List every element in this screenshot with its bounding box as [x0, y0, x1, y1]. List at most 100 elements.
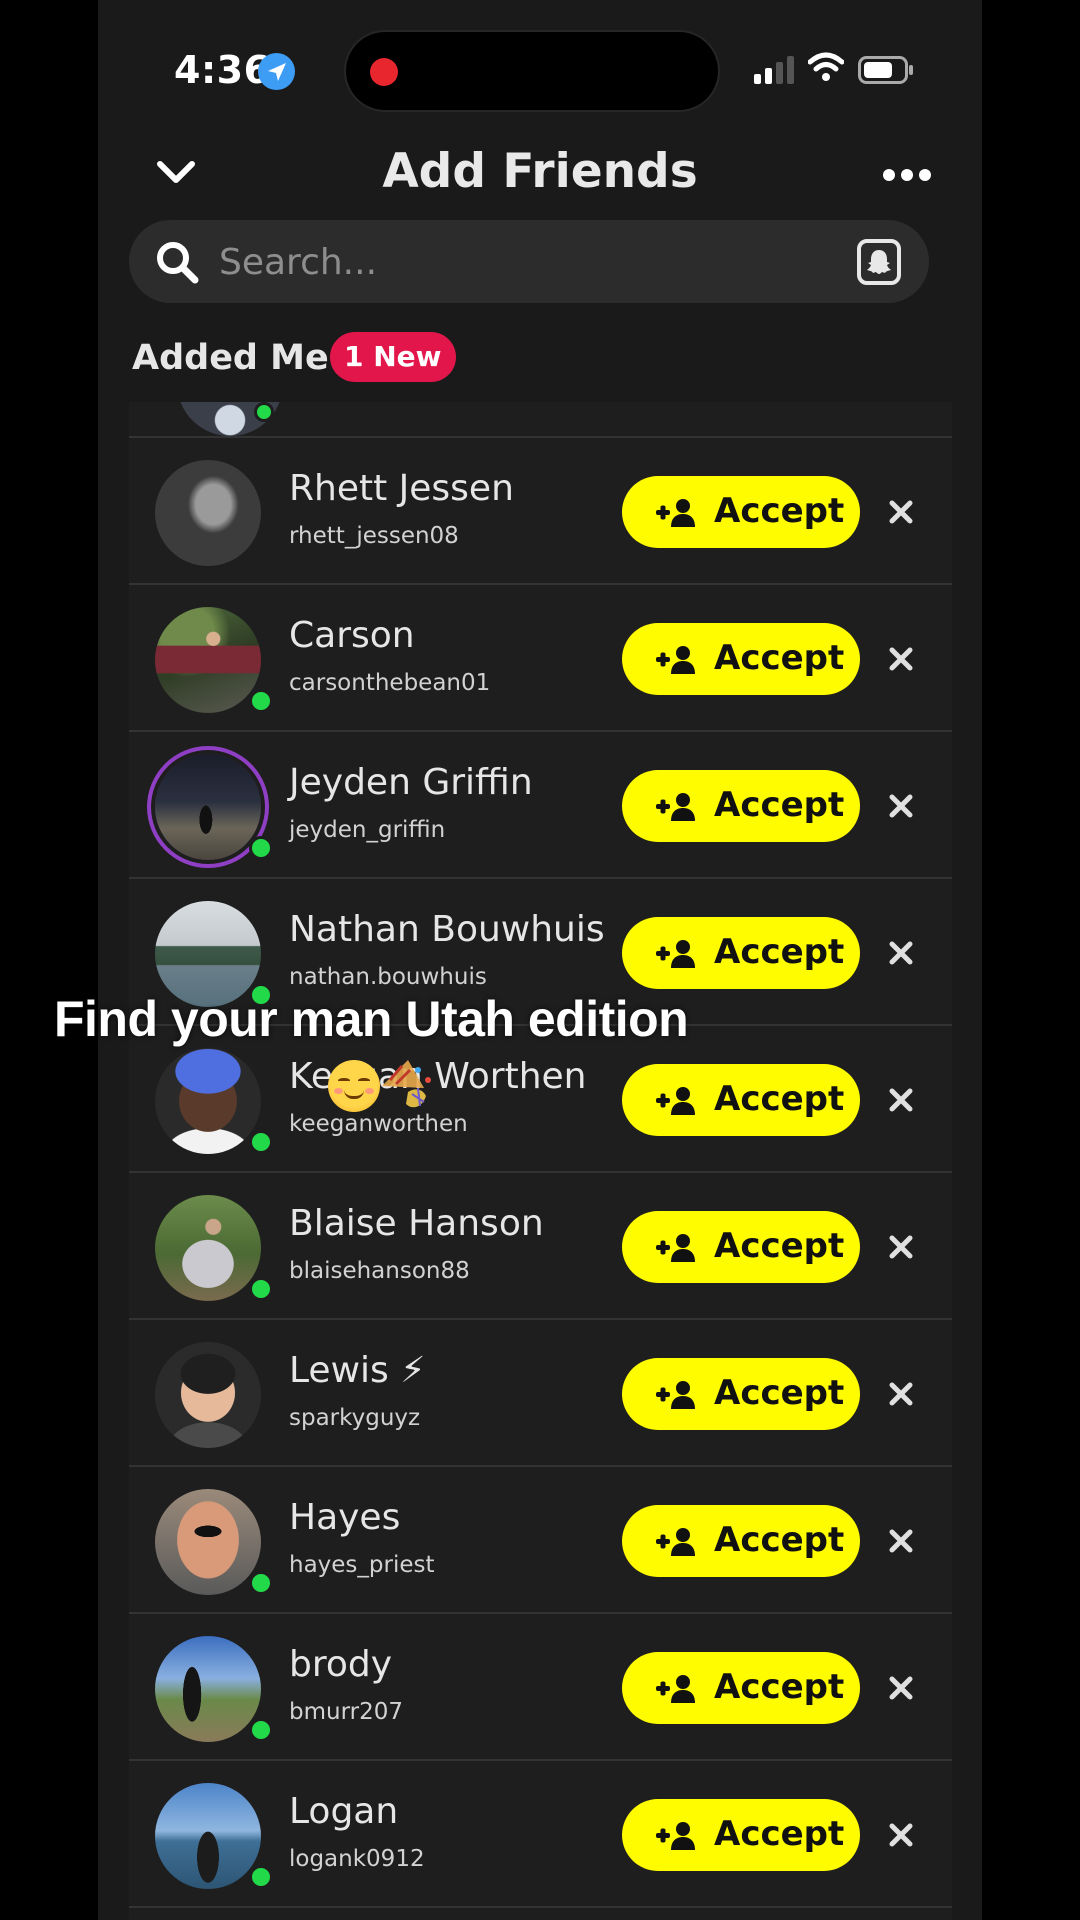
search-input[interactable]: [219, 234, 819, 290]
dismiss-x-icon[interactable]: [887, 1086, 915, 1114]
avatar: [155, 607, 261, 713]
bitmoji-avatar: [155, 1048, 261, 1154]
display-name: Jeyden Griffin: [289, 762, 533, 803]
bitmoji-avatar: [155, 1342, 261, 1448]
add-friend-icon: [656, 940, 695, 968]
dynamic-island: [344, 30, 720, 112]
search-icon: [157, 242, 199, 284]
friend-request-row[interactable]: Jeyden Griffin jeyden_griffin Accept: [129, 732, 952, 879]
search-bar[interactable]: [129, 220, 929, 303]
avatar: [155, 460, 261, 566]
dismiss-x-icon[interactable]: [887, 1674, 915, 1702]
accept-label: Accept: [714, 638, 845, 678]
more-options-icon[interactable]: [882, 160, 932, 190]
avatar: [155, 1195, 261, 1301]
dismiss-x-icon[interactable]: [887, 1527, 915, 1555]
username: blaisehanson88: [289, 1258, 470, 1284]
username: hayes_priest: [289, 1552, 435, 1578]
avatar-container[interactable]: [153, 605, 273, 715]
avatar-container[interactable]: [153, 1634, 273, 1744]
accept-button[interactable]: Accept: [622, 1358, 860, 1430]
online-indicator: [249, 1571, 273, 1595]
dismiss-x-icon[interactable]: [887, 1233, 915, 1261]
accept-label: Accept: [714, 785, 845, 825]
display-name: Logan: [289, 1791, 399, 1832]
accept-button[interactable]: Accept: [622, 476, 860, 548]
add-friend-icon: [656, 1528, 695, 1556]
username: jeyden_griffin: [289, 817, 446, 843]
party-face-emoji-icon: [382, 1060, 431, 1108]
dismiss-x-icon[interactable]: [887, 792, 915, 820]
accept-button[interactable]: Accept: [622, 623, 860, 695]
online-indicator: [249, 836, 273, 860]
display-name: Rhett Jessen: [289, 468, 514, 509]
friend-request-row[interactable]: Hayes hayes_priest Accept: [129, 1467, 952, 1614]
friend-request-row[interactable]: Logan logank0912 Accept: [129, 1761, 952, 1908]
add-friend-icon: [656, 1234, 695, 1262]
display-name: Hayes: [289, 1497, 401, 1538]
recording-indicator-icon: [370, 58, 398, 86]
avatar-container[interactable]: [153, 752, 273, 862]
avatar-container[interactable]: [153, 1487, 273, 1597]
display-name: Nathan Bouwhuis: [289, 909, 605, 950]
online-indicator: [249, 1865, 273, 1889]
accept-label: Accept: [714, 491, 845, 531]
online-indicator: [254, 402, 274, 422]
friend-request-list[interactable]: Rhett Jessen rhett_jessen08 Accept Carso…: [129, 402, 952, 1920]
accept-label: Accept: [714, 1226, 845, 1266]
username: bmurr207: [289, 1699, 403, 1725]
accept-button[interactable]: Accept: [622, 917, 860, 989]
location-arrow-icon: [258, 53, 295, 90]
new-requests-badge: 1 New: [330, 332, 456, 382]
username: logank0912: [289, 1846, 425, 1872]
dismiss-x-icon[interactable]: [887, 498, 915, 526]
accept-button[interactable]: Accept: [622, 1064, 860, 1136]
accept-label: Accept: [714, 1079, 845, 1119]
username: carsonthebean01: [289, 670, 491, 696]
dismiss-x-icon[interactable]: [887, 1380, 915, 1408]
phone-screen: 4:36 Add Friends Search... Added Me 1 Ne…: [98, 0, 982, 1920]
avatar-container[interactable]: [153, 1781, 273, 1891]
avatar-container[interactable]: [153, 1193, 273, 1303]
avatar-container[interactable]: [153, 458, 263, 568]
accept-button[interactable]: Accept: [622, 1652, 860, 1724]
username: rhett_jessen08: [289, 523, 459, 549]
display-name: Blaise Hanson: [289, 1203, 544, 1244]
status-time: 4:36: [174, 48, 271, 92]
avatar: [155, 1489, 261, 1595]
accept-label: Accept: [714, 1373, 845, 1413]
dismiss-x-icon[interactable]: [887, 939, 915, 967]
accept-label: Accept: [714, 1520, 845, 1560]
snapcode-scan-button[interactable]: [857, 239, 901, 285]
accept-label: Accept: [714, 1667, 845, 1707]
avatar-container[interactable]: [153, 1340, 263, 1450]
status-bar: 4:36: [98, 0, 982, 140]
avatar-with-story-ring: [155, 754, 261, 860]
dismiss-x-icon[interactable]: [887, 645, 915, 673]
accept-button[interactable]: Accept: [622, 1799, 860, 1871]
avatar: [155, 1783, 261, 1889]
accept-button[interactable]: Accept: [622, 1211, 860, 1283]
friend-request-row[interactable]: Rhett Jessen rhett_jessen08 Accept: [129, 438, 952, 585]
accept-button[interactable]: Accept: [622, 1505, 860, 1577]
add-friend-icon: [656, 646, 695, 674]
overlay-caption: Find your man Utah edition: [54, 991, 689, 1047]
cellular-signal-icon: [754, 56, 794, 84]
avatar: [155, 1636, 261, 1742]
friend-request-row[interactable]: Blaise Hanson blaisehanson88 Accept: [129, 1173, 952, 1320]
friend-request-row[interactable]: Carson carsonthebean01 Accept: [129, 585, 952, 732]
friend-request-row[interactable]: brody bmurr207 Accept: [129, 1614, 952, 1761]
battery-icon: [858, 56, 913, 84]
accept-label: Accept: [714, 1814, 845, 1854]
add-friend-icon: [656, 793, 695, 821]
friend-request-row[interactable]: Keegan Worthen keeganworthen Accept: [129, 1026, 952, 1173]
accept-label: Accept: [714, 932, 845, 972]
username: sparkyguyz: [289, 1405, 421, 1431]
accept-button[interactable]: Accept: [622, 770, 860, 842]
friend-request-row[interactable]: Lewis ⚡ sparkyguyz Accept: [129, 1320, 952, 1467]
wifi-icon: [808, 52, 844, 81]
avatar-container[interactable]: [153, 1046, 273, 1156]
display-name: brody: [289, 1644, 393, 1685]
online-indicator: [249, 689, 273, 713]
dismiss-x-icon[interactable]: [887, 1821, 915, 1849]
